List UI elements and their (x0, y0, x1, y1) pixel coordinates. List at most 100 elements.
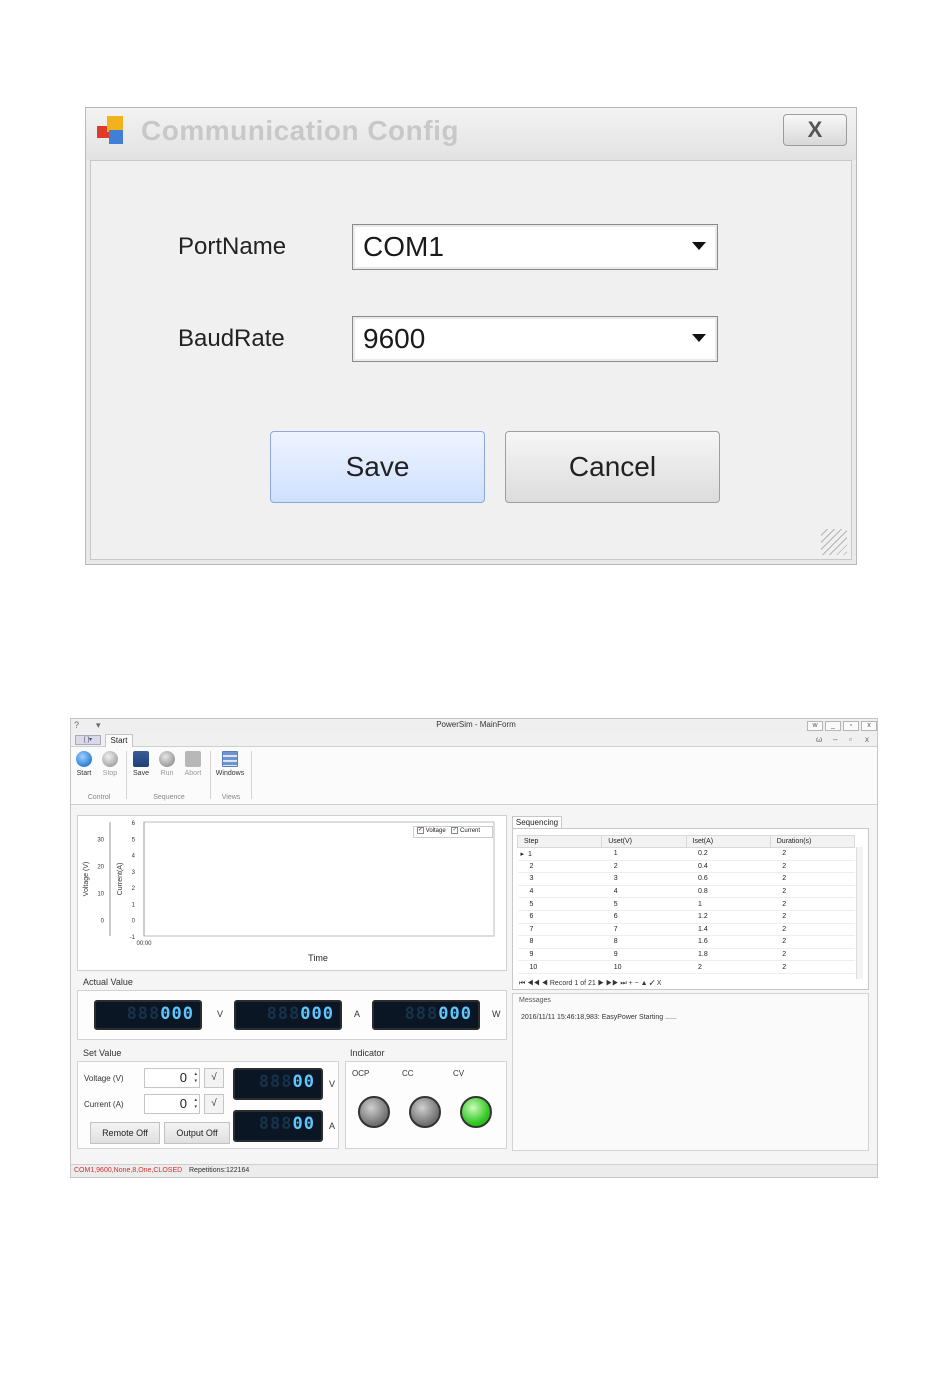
close-button[interactable]: X (783, 114, 847, 146)
windows-icon (222, 751, 238, 767)
run-button[interactable]: Run (154, 751, 180, 777)
portname-value: COM1 (363, 231, 444, 262)
table-cell: 0.2 (686, 847, 771, 861)
table-cell: 3 (517, 872, 602, 886)
chart-panel: 6 5 4 3 2 1 0 -1 30 20 10 0 Voltage (V) Current(A) 00:… (77, 815, 507, 971)
table-cell: 2 (770, 847, 855, 861)
window-title-bar: ? ▾ PowerSim - MainForm w _ ▫ x (71, 719, 877, 733)
plot-area (143, 821, 495, 937)
current-checkbox[interactable]: ✓ (451, 827, 459, 834)
quick-access-dropdown-icon[interactable]: ▾ (96, 720, 101, 731)
application-menu-button[interactable]: [ ]▾ (75, 735, 101, 745)
voltage-unit: V (217, 1009, 224, 1019)
baudrate-select[interactable]: 9600 (352, 316, 718, 362)
table-cell: 1.6 (686, 935, 771, 949)
current-set-label: Current (A) (84, 1100, 124, 1109)
start-button[interactable]: Start (71, 751, 97, 777)
table-cell: 9 (601, 948, 686, 962)
cc-indicator-light (409, 1096, 441, 1128)
chevron-down-icon[interactable] (692, 334, 706, 342)
spin-arrows-icon[interactable]: ▴ ▾ (194, 1097, 197, 1111)
current-tick-label: 3 (132, 870, 136, 876)
apply-voltage-button[interactable]: √ (204, 1068, 224, 1088)
column-header[interactable]: Uset(V) (601, 835, 687, 848)
voltage-tick-label: 20 (97, 864, 104, 870)
dialog-title: Communication Config (141, 115, 459, 146)
mdi-close-button[interactable]: x (865, 735, 869, 744)
set-value-title: Set Value (83, 1048, 122, 1058)
actual-voltage-value: 000 (160, 1004, 194, 1024)
tab-start[interactable]: Start (105, 734, 133, 748)
chevron-down-icon[interactable] (692, 242, 706, 250)
cc-label: CC (402, 1069, 414, 1078)
table-row[interactable]: 9 9 1.8 2 (517, 948, 855, 962)
time-axis-label: Time (308, 953, 328, 963)
table-row[interactable]: 10 10 2 2 (517, 960, 855, 974)
voltage-current-chart: 6543210-13020100Voltage (V) Current(A)00:… (83, 821, 495, 963)
abort-button[interactable]: Abort (180, 751, 206, 777)
app-config-icon (97, 116, 127, 146)
actual-current-display: 888000 (234, 1000, 342, 1030)
table-cell: 8 (517, 935, 602, 949)
window-title: PowerSim - MainForm (436, 720, 516, 729)
record-navigator[interactable]: ⏮ ◀◀ ◀ Record 1 of 21 ▶ ▶▶ ⏭ + − ▲ ✓ X (519, 980, 661, 988)
table-row[interactable]: ▸ 1 1 0.2 2 (517, 847, 855, 861)
spin-arrows-icon[interactable]: ▴ ▾ (194, 1071, 197, 1085)
table-row[interactable]: 6 6 1.2 2 (517, 910, 855, 924)
chart-legend: ✓ Voltage ✓ Current (413, 826, 493, 838)
table-row[interactable]: 4 4 0.8 2 (517, 885, 855, 899)
set-current-value: 00 (292, 1114, 315, 1134)
table-row[interactable]: 8 8 1.6 2 (517, 935, 855, 949)
remote-off-button[interactable]: Remote Off (90, 1122, 160, 1144)
windows-button[interactable]: Windows (214, 751, 246, 777)
apply-current-button[interactable]: √ (204, 1094, 224, 1114)
column-header[interactable]: Iset(A) (685, 835, 771, 848)
start-label: Start (76, 770, 92, 777)
floppy-disk-icon (133, 751, 149, 767)
set-value-panel: Voltage (V) 0 ▴ ▾ √ Current (A) 0 ▴ ▾ √ 88… (77, 1061, 339, 1149)
time-tick-label: 00:00 (136, 941, 152, 947)
table-row[interactable]: 7 7 1.4 2 (517, 923, 855, 937)
voltage-axis-label: Voltage (V) (83, 862, 90, 897)
table-scrollbar[interactable] (856, 847, 863, 979)
stop-button[interactable]: Stop (97, 751, 123, 777)
table-row[interactable]: 5512 (517, 897, 855, 911)
window-extra-button[interactable]: w (807, 721, 823, 731)
power-unit: W (492, 1009, 501, 1019)
table-cell: 2 (517, 860, 602, 874)
set-current-unit: A (329, 1121, 336, 1131)
table-cell: 0.6 (686, 872, 771, 886)
voltage-set-input[interactable]: 0 ▴ ▾ (144, 1068, 200, 1088)
ocp-indicator-light (358, 1096, 390, 1128)
column-header[interactable]: Step (516, 835, 603, 848)
resize-grip-icon[interactable] (821, 529, 847, 555)
current-set-input[interactable]: 0 ▴ ▾ (144, 1094, 200, 1114)
table-row[interactable]: 2 2 0.4 2 (517, 860, 855, 874)
portname-select[interactable]: COM1 (352, 224, 718, 270)
windows-label: Windows (215, 770, 245, 777)
voltage-checkbox[interactable]: ✓ (417, 827, 424, 834)
cancel-button[interactable]: Cancel (505, 431, 720, 503)
ribbon-separator (126, 751, 127, 799)
save-sequence-button[interactable]: Save (128, 751, 154, 777)
table-cell: 2 (770, 923, 855, 937)
play-icon (76, 751, 92, 767)
communication-config-dialog: Communication Config X PortName COM1 Bau… (85, 107, 857, 565)
table-cell: 3 (601, 872, 686, 886)
minimize-button[interactable]: _ (825, 721, 841, 731)
column-header[interactable]: Duration(s) (769, 835, 856, 848)
table-cell: 1.8 (686, 948, 771, 962)
mdi-restore-button[interactable]: ▫ (849, 735, 852, 744)
connection-status: COM1,9600,None,8,One,CLOSED (74, 1167, 183, 1174)
maximize-button[interactable]: ▫ (843, 721, 859, 731)
output-off-button[interactable]: Output Off (164, 1122, 230, 1144)
mdi-minimize-button[interactable]: – (833, 735, 837, 744)
table-cell: 2 (686, 960, 771, 974)
window-close-button[interactable]: x (861, 721, 877, 731)
help-icon[interactable]: ? (74, 720, 79, 730)
minimize-ribbon-icon[interactable]: ω (816, 735, 822, 744)
ribbon-separator (251, 751, 252, 799)
table-row[interactable]: 3 3 0.6 2 (517, 872, 855, 886)
current-unit: A (354, 1009, 361, 1019)
save-button[interactable]: Save (270, 431, 485, 503)
